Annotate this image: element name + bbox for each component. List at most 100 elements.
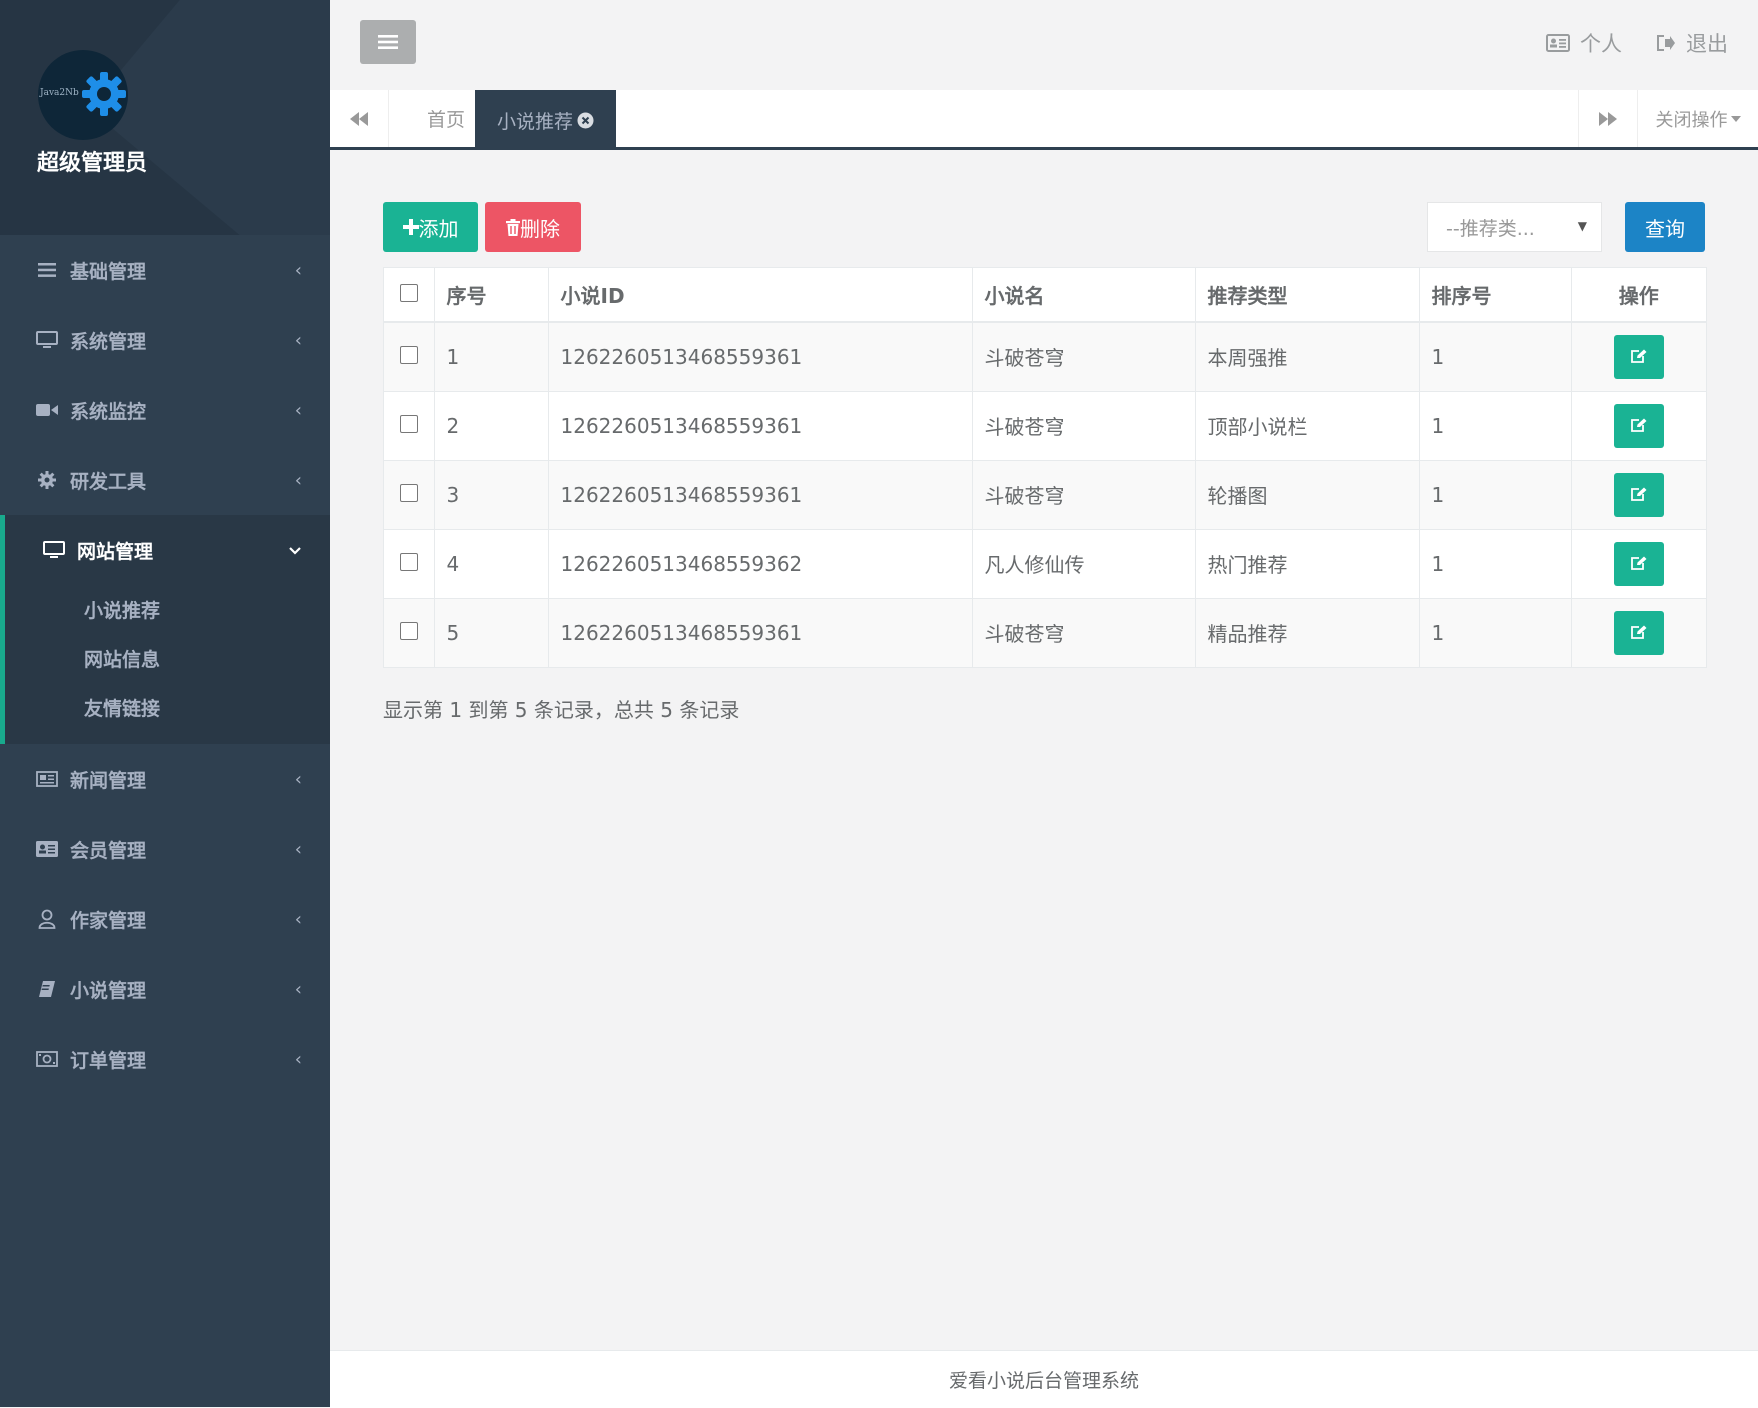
backward-icon	[350, 111, 368, 126]
cell-novel-name: 斗破苍穹	[972, 459, 1196, 529]
chevron-left-icon: ‹	[294, 329, 302, 351]
submenu-item-site-info[interactable]: 网站信息	[5, 634, 330, 683]
cell-recommend-type: 本周强推	[1195, 321, 1420, 391]
profile-link[interactable]: 个人	[1546, 28, 1622, 58]
row-checkbox[interactable]	[400, 483, 418, 502]
profile-header: Java2Nb 超级管理员	[0, 0, 330, 235]
column-header: 操作	[1571, 268, 1706, 323]
edit-icon	[1631, 625, 1647, 640]
sidebar-item-website[interactable]: 网站管理 小说推荐 网站信息 友情链接	[0, 515, 330, 744]
logout-link[interactable]: 退出	[1656, 28, 1728, 58]
cell-sort: 1	[1419, 390, 1572, 460]
edit-button[interactable]	[1613, 334, 1664, 379]
add-button[interactable]: 添加	[383, 202, 478, 252]
column-header[interactable]: 小说ID	[548, 268, 973, 323]
cell-index: 5	[434, 597, 549, 667]
table-row: 2 1262260513468559361 斗破苍穹 顶部小说栏 1	[384, 390, 1706, 460]
top-navbar: 个人 退出	[330, 0, 1758, 91]
select-all-checkbox[interactable]	[400, 283, 418, 302]
cell-sort: 1	[1419, 459, 1572, 529]
recommend-table: 序号 小说ID 小说名 推荐类型 排序号 操作 1 12622605134685…	[383, 267, 1707, 668]
cell-sort: 1	[1419, 321, 1572, 391]
tabs-scroll-left-button[interactable]	[330, 90, 389, 147]
sidebar-item-label: 研发工具	[70, 470, 147, 493]
tabs-scroll-right-button[interactable]	[1578, 90, 1638, 147]
cell-novel-name: 斗破苍穹	[972, 390, 1196, 460]
recommend-type-select[interactable]: --推荐类... ▼	[1427, 202, 1602, 252]
row-checkbox[interactable]	[400, 345, 418, 364]
sidebar-item-novels[interactable]: 小说管理 ‹	[0, 954, 330, 1024]
sidebar-item-label: 新闻管理	[70, 769, 147, 792]
sidebar-item-news[interactable]: 新闻管理 ‹	[0, 744, 330, 814]
sidebar-item-label: 订单管理	[70, 1049, 147, 1072]
chevron-left-icon: ‹	[294, 1048, 302, 1070]
admin-name[interactable]: 超级管理员	[37, 145, 147, 177]
column-header[interactable]: 排序号	[1419, 268, 1572, 323]
desktop-icon	[36, 329, 58, 351]
menu-toggle-button[interactable]	[360, 20, 416, 64]
edit-button[interactable]	[1613, 403, 1664, 448]
main-content: 添加 删除 --推荐类... ▼ 查询 序号 小说ID 小说名 推荐类型 排序号…	[330, 150, 1758, 1350]
website-submenu: 小说推荐 网站信息 友情链接	[5, 585, 330, 744]
row-checkbox[interactable]	[400, 552, 418, 571]
id-card-icon	[36, 838, 58, 860]
logo-text: Java2Nb	[40, 88, 79, 98]
submenu-item-friend-links[interactable]: 友情链接	[5, 683, 330, 732]
footer: 爱看小说后台管理系统	[330, 1350, 1758, 1408]
sidebar-item-label: 网站管理	[77, 540, 154, 563]
cell-sort: 1	[1419, 528, 1572, 598]
cell-novel-id: 1262260513468559361	[548, 597, 973, 667]
plus-icon	[402, 219, 419, 235]
column-header[interactable]: 小说名	[972, 268, 1196, 323]
delete-button[interactable]: 删除	[485, 202, 581, 252]
sidebar-item-members[interactable]: 会员管理 ‹	[0, 814, 330, 884]
sidebar-item-label: 会员管理	[70, 839, 147, 862]
row-checkbox[interactable]	[400, 414, 418, 433]
edit-button[interactable]	[1613, 472, 1664, 517]
sidebar-item-devtools[interactable]: 研发工具 ‹	[0, 445, 330, 515]
chevron-left-icon: ‹	[294, 768, 302, 790]
bars-icon	[36, 259, 58, 281]
chevron-left-icon: ‹	[294, 469, 302, 491]
edit-button[interactable]	[1613, 610, 1664, 655]
close-operations-dropdown[interactable]: 关闭操作	[1638, 90, 1758, 147]
cell-recommend-type: 热门推荐	[1195, 528, 1420, 598]
avatar[interactable]: Java2Nb	[38, 50, 128, 140]
edit-button[interactable]	[1613, 541, 1664, 586]
sidebar-item-authors[interactable]: 作家管理 ‹	[0, 884, 330, 954]
sidebar-item-basic[interactable]: 基础管理 ‹	[0, 235, 330, 305]
cell-recommend-type: 轮播图	[1195, 459, 1420, 529]
row-select-cell	[384, 459, 435, 529]
chevron-left-icon: ‹	[294, 978, 302, 1000]
cell-novel-id: 1262260513468559362	[548, 528, 973, 598]
chevron-left-icon: ‹	[294, 838, 302, 860]
search-button[interactable]: 查询	[1625, 202, 1705, 252]
sidebar-item-system[interactable]: 系统管理 ‹	[0, 305, 330, 375]
cell-actions	[1571, 390, 1706, 460]
column-header[interactable]: 序号	[434, 268, 549, 323]
sidebar-menu: 基础管理 ‹ 系统管理 ‹ 系统监控 ‹ 研发工具 ‹ 网站管理 小说推荐 网站…	[0, 235, 330, 1094]
cell-recommend-type: 精品推荐	[1195, 597, 1420, 667]
id-card-icon	[1546, 34, 1570, 52]
row-select-cell	[384, 597, 435, 667]
table-row: 5 1262260513468559361 斗破苍穹 精品推荐 1	[384, 597, 1706, 667]
table-header-row: 序号 小说ID 小说名 推荐类型 排序号 操作	[384, 268, 1706, 323]
search-button-label: 查询	[1645, 216, 1685, 241]
sidebar-item-monitor[interactable]: 系统监控 ‹	[0, 375, 330, 445]
cell-index: 3	[434, 459, 549, 529]
tab-novel-recommend[interactable]: 小说推荐	[475, 90, 617, 150]
cell-actions	[1571, 459, 1706, 529]
tab-home-label: 首页	[426, 109, 465, 131]
close-circle-icon[interactable]	[577, 112, 594, 129]
sidebar-item-label: 系统监控	[70, 400, 147, 423]
edit-icon	[1631, 556, 1647, 570]
column-header[interactable]: 推荐类型	[1195, 268, 1420, 323]
sidebar-item-label: 作家管理	[70, 909, 147, 932]
sidebar-item-orders[interactable]: 订单管理 ‹	[0, 1024, 330, 1094]
cell-novel-name: 斗破苍穹	[972, 321, 1196, 391]
submenu-item-novel-recommend[interactable]: 小说推荐	[5, 585, 330, 634]
cell-actions	[1571, 597, 1706, 667]
cell-index: 1	[434, 321, 549, 391]
close-ops-label: 关闭操作	[1655, 109, 1728, 131]
row-checkbox[interactable]	[400, 621, 418, 640]
